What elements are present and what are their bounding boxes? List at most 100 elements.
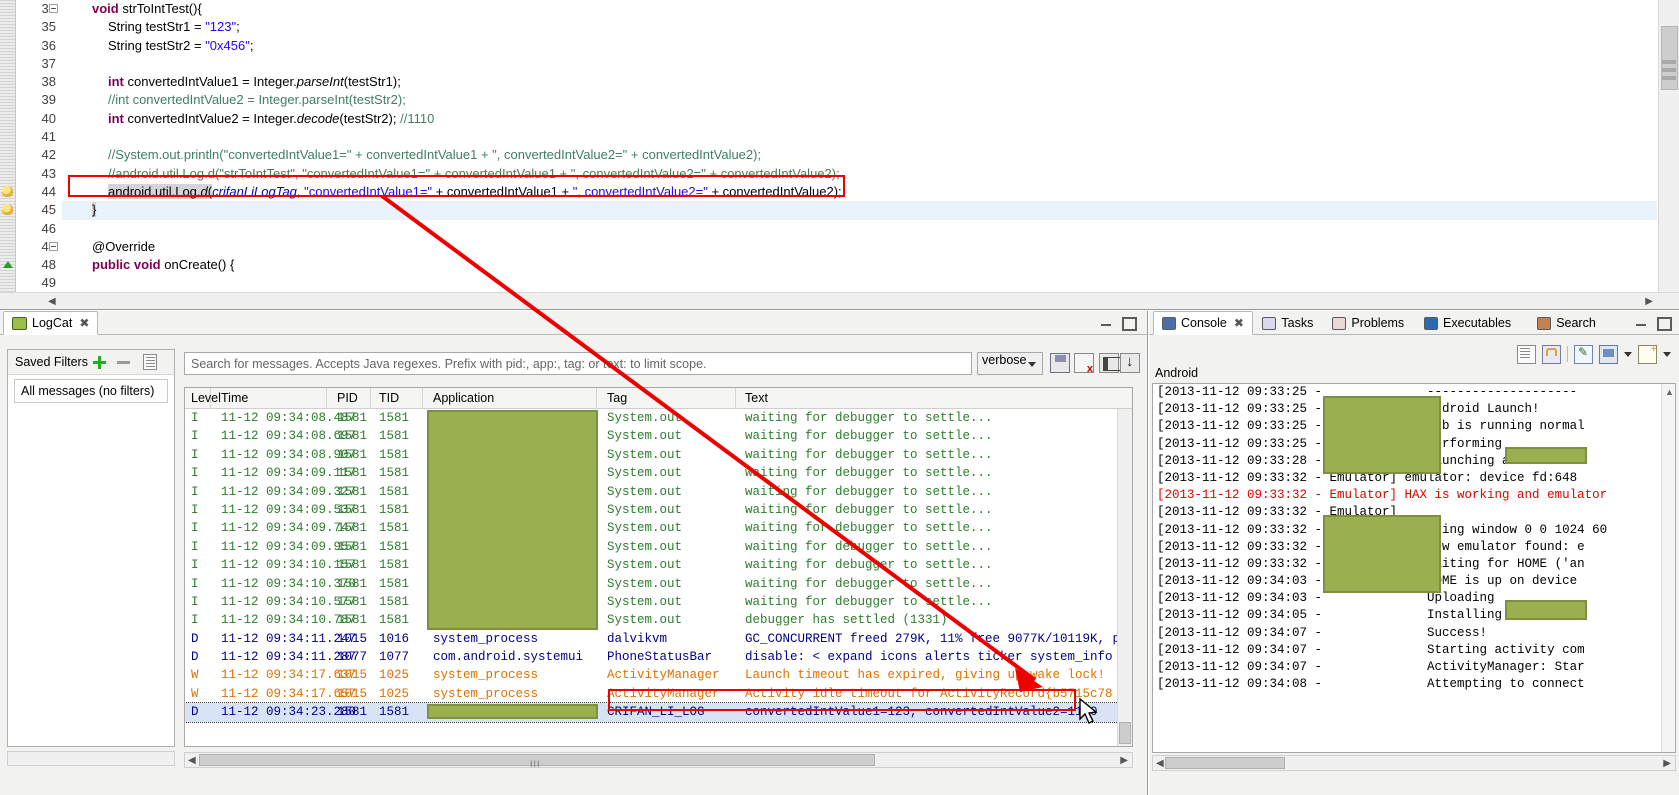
saved-filter-item[interactable]: All messages (no filters) [14,379,168,403]
scroll-right-icon[interactable]: ▶ [1663,758,1671,769]
logcat-hscroll-thumb[interactable]: III [199,754,875,769]
log-level-select[interactable]: verbose [977,352,1043,375]
code-line[interactable] [62,220,1657,238]
console-hscroll-thumb[interactable] [1165,757,1285,769]
fold-collapse-icon[interactable] [49,241,58,251]
scroll-left-icon[interactable]: ◀ [48,296,56,307]
table-row[interactable]: I 11-12 09:34:09.537 1581 1581 System.out wai… [185,501,1132,519]
editor-code-area[interactable]: void strToIntTest(){String testStr1 = "1… [62,0,1657,292]
column-header[interactable]: Time [215,388,327,408]
code-token: "123" [205,19,237,35]
maximize-icon[interactable] [1656,316,1672,331]
logcat-scroll-thumb[interactable] [1119,722,1131,744]
scroll-lock-icon[interactable] [1542,344,1561,364]
search-input[interactable] [184,352,972,375]
table-row[interactable]: D 11-12 09:34:11.247 1015 1016 system_proces… [185,630,1132,648]
tab-search[interactable]: Search [1528,311,1605,335]
console-vertical-scrollbar[interactable]: ▲ [1661,384,1675,752]
code-line[interactable]: @Override [62,238,1657,256]
table-row[interactable]: D 11-12 09:34:11.287 1077 1077 com.android.s… [185,648,1132,666]
table-row[interactable]: W 11-12 09:34:17.637 1015 1025 system_proces… [185,666,1132,684]
tab-problems[interactable]: Problems [1323,311,1413,335]
pin-console-icon[interactable] [1574,344,1593,364]
table-row[interactable]: I 11-12 09:34:08.697 1581 1581 System.out wai… [185,427,1132,445]
code-line[interactable] [62,55,1657,73]
logcat-horizontal-scrollbar[interactable]: III ◀ ▶ [184,752,1133,769]
quick-fix-bulb-icon[interactable] [2,204,13,216]
table-row[interactable]: I 11-12 09:34:08.487 1581 1581 System.out wai… [185,409,1132,427]
code-line[interactable]: android.util.Log.d(crifanLiLogTag, "conv… [62,183,1657,201]
chevron-down-icon[interactable] [1624,351,1632,357]
code-line[interactable]: int convertedIntValue2 = Integer.decode(… [62,110,1657,128]
logcat-table[interactable]: Level Time PID TID Application Tag Text I 11-12… [184,387,1159,747]
table-row[interactable]: D 11-12 09:34:23.280 1581 1581 CRIFAN_LI_LOG… [185,702,1132,723]
minimize-icon[interactable] [1100,316,1113,329]
minimize-icon[interactable] [1635,316,1648,329]
table-row[interactable]: W 11-12 09:34:17.657 1015 1025 system_proces… [185,685,1132,703]
display-saved-filters-icon[interactable] [1099,353,1121,373]
logcat-vertical-scrollbar[interactable] [1117,409,1132,746]
saved-filters-horizontal-scrollbar[interactable] [7,751,175,766]
edit-filter-icon[interactable] [143,354,157,370]
editor-vertical-scrollbar[interactable] [1658,0,1679,292]
fold-collapse-icon[interactable] [49,4,58,13]
tab-tasks[interactable]: Tasks [1253,311,1322,335]
code-line[interactable]: //android.util.Log.d("strToIntTest", "co… [62,165,1657,183]
chevron-down-icon[interactable] [1028,362,1036,367]
code-line[interactable]: public void onCreate() { [62,256,1657,274]
column-header[interactable]: Text [739,388,1159,408]
table-row[interactable]: I 11-12 09:34:10.577 1581 1581 System.out wai… [185,593,1132,611]
code-line[interactable]: //System.out.println("convertedIntValue1… [62,146,1657,164]
table-row[interactable]: I 11-12 09:34:09.747 1581 1581 System.out wai… [185,519,1132,537]
table-row[interactable]: I 11-12 09:34:10.370 1581 1581 System.out wai… [185,575,1132,593]
clear-log-icon[interactable] [1074,353,1094,375]
scroll-right-icon[interactable]: ▶ [1120,755,1128,766]
column-header[interactable]: TID [373,388,423,408]
scroll-left-icon[interactable]: ◀ [1156,758,1164,769]
table-row[interactable]: I 11-12 09:34:10.157 1581 1581 System.out wai… [185,556,1132,574]
table-row[interactable]: I 11-12 09:34:10.787 1581 1581 System.out deb… [185,611,1132,629]
tab-executables[interactable]: Executables [1415,311,1520,335]
maximize-icon[interactable] [1121,316,1137,331]
scroll-up-icon[interactable]: ▲ [1665,387,1674,397]
console-horizontal-scrollbar[interactable]: ◀ ▶ [1152,755,1676,771]
tab-console[interactable]: Console ✖ [1153,311,1253,335]
logcat-table-header[interactable]: Level Time PID TID Application Tag Text [185,388,1159,409]
column-header[interactable]: PID [331,388,371,408]
table-row[interactable]: I 11-12 09:34:08.907 1581 1581 System.out wai… [185,446,1132,464]
clear-console-icon[interactable] [1517,344,1536,364]
quick-fix-bulb-icon[interactable] [2,186,13,197]
save-log-icon[interactable] [1050,353,1070,373]
scroll-lock-icon[interactable] [1120,353,1140,373]
code-editor[interactable]: 3435363738394041424344454647484950 void … [0,0,1679,310]
code-line[interactable]: } [62,201,1657,220]
chevron-down-icon[interactable] [1663,351,1671,357]
editor-scroll-thumb[interactable] [1661,26,1678,90]
code-line[interactable]: //int convertedIntValue2 = Integer.parse… [62,91,1657,109]
code-line[interactable]: String testStr1 = "123"; [62,18,1657,36]
column-header[interactable]: Level [185,388,221,408]
console-output[interactable]: [2013-11-12 09:33:25 - -----------------… [1152,383,1676,753]
table-row[interactable]: I 11-12 09:34:09.117 1581 1581 System.out wai… [185,464,1132,482]
code-line[interactable]: int convertedIntValue1 = Integer.parseIn… [62,73,1657,91]
table-row[interactable]: I 11-12 09:34:09.327 1581 1581 System.out wai… [185,483,1132,501]
open-console-icon[interactable] [1638,343,1657,364]
column-header[interactable]: Application [427,388,597,408]
editor-marker-bar[interactable] [0,0,16,292]
scroll-left-icon[interactable]: ◀ [188,755,196,766]
table-row[interactable]: I 11-12 09:34:09.957 1581 1581 System.out wai… [185,538,1132,556]
display-selected-console-icon[interactable] [1599,344,1618,364]
code-line[interactable]: void strToIntTest(){ [62,0,1657,18]
code-line[interactable]: String testStr2 = "0x456"; [62,37,1657,55]
column-header[interactable]: Tag [601,388,736,408]
code-line[interactable] [62,274,1657,292]
plus-icon[interactable] [93,356,106,369]
close-icon[interactable]: ✖ [79,316,89,330]
tab-logcat[interactable]: LogCat ✖ [3,311,99,335]
close-icon[interactable]: ✖ [1234,316,1244,330]
logcat-table-body[interactable]: I 11-12 09:34:08.487 1581 1581 System.out wai… [185,409,1132,746]
code-line[interactable] [62,128,1657,146]
minus-icon[interactable] [117,361,130,364]
editor-horizontal-scrollbar[interactable]: ◀ ▶ [0,292,1679,309]
scroll-right-icon[interactable]: ▶ [1645,296,1653,307]
